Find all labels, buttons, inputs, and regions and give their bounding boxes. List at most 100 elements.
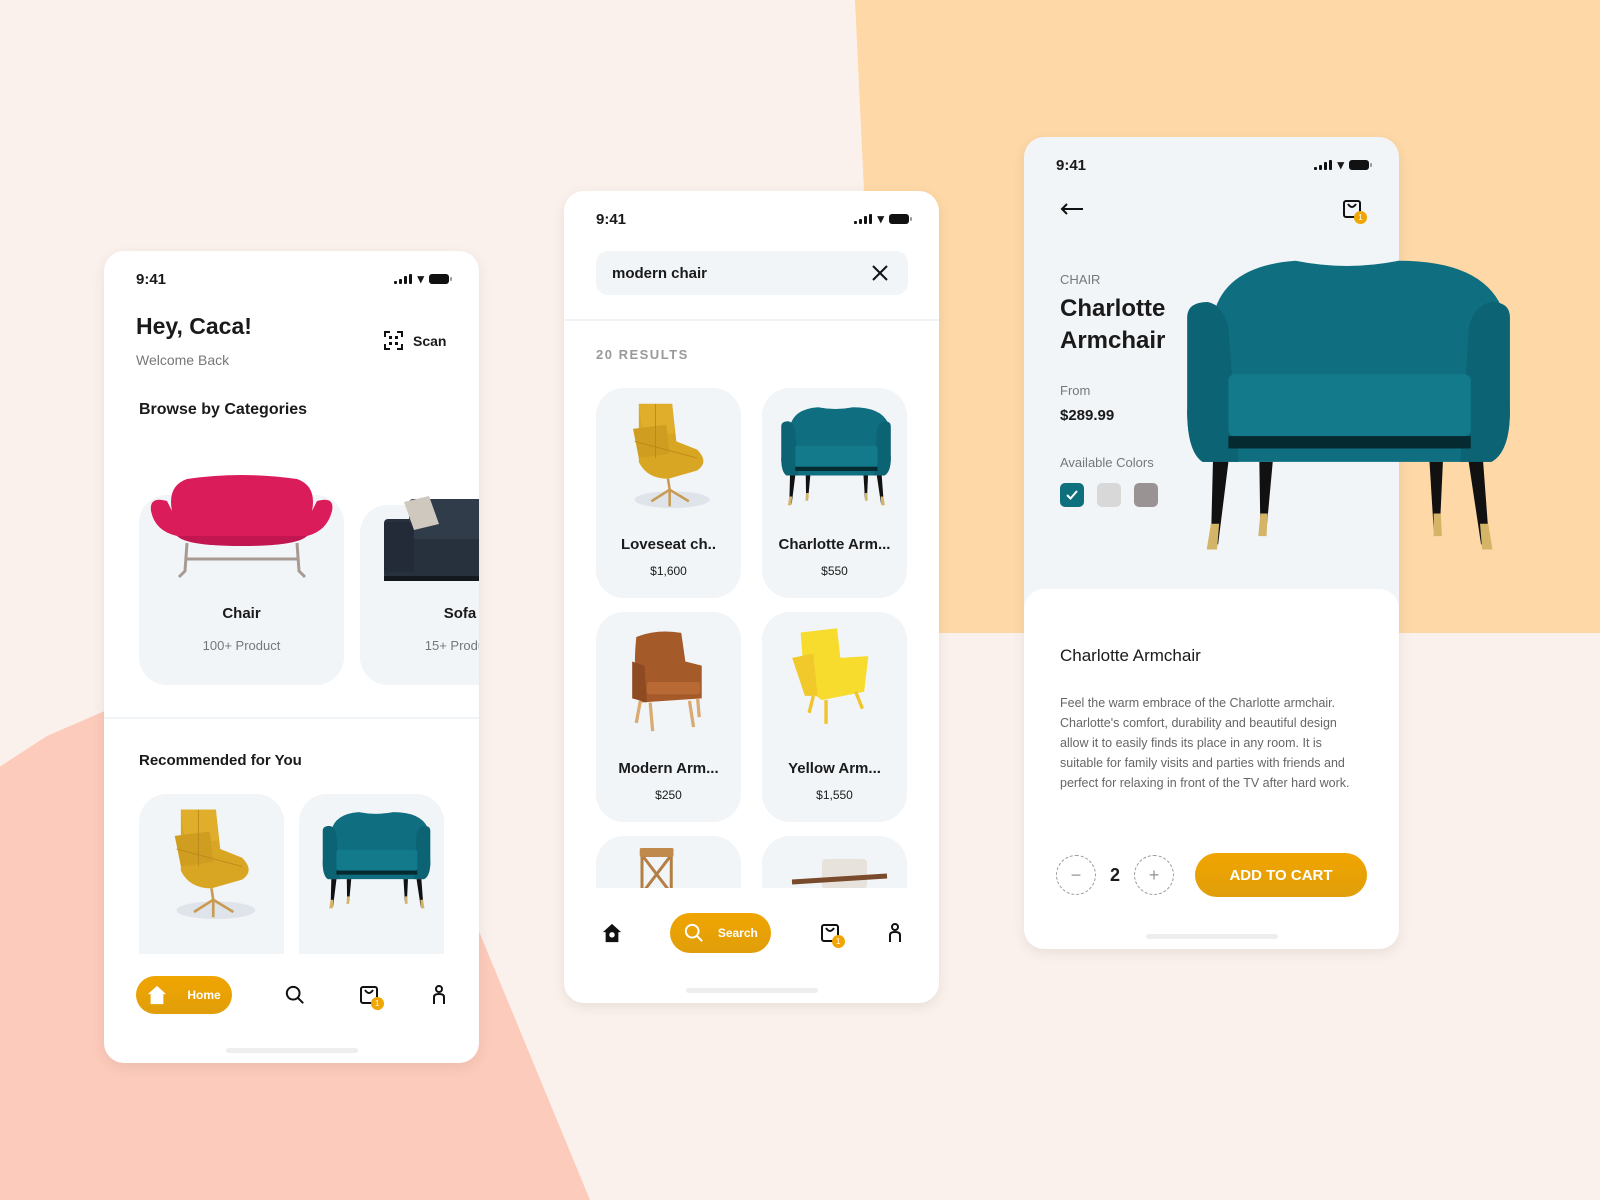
description-panel: Charlotte Armchair Feel the warm embrace…: [1024, 589, 1399, 949]
status-time: 9:41: [136, 270, 167, 288]
nav-profile-icon[interactable]: [888, 923, 902, 943]
product-price: $289.99: [1060, 407, 1115, 424]
decrease-quantity-button[interactable]: −: [1056, 855, 1096, 895]
result-item[interactable]: Loveseat ch.. $1,600: [596, 388, 741, 598]
search-icon: [684, 923, 704, 943]
product-title-line1: Charlotte: [1060, 295, 1166, 322]
color-swatch-taupe[interactable]: [1134, 483, 1158, 507]
pink-loveseat-image: [147, 471, 337, 581]
available-colors-label: Available Colors: [1060, 455, 1154, 470]
battery-icon: [429, 274, 452, 284]
back-arrow-icon[interactable]: [1060, 203, 1084, 215]
mustard-chair-image: [618, 398, 718, 518]
wooden-chair-image: [636, 844, 681, 888]
result-price: $1,600: [650, 564, 687, 578]
result-item[interactable]: Yellow Arm... $1,550: [762, 612, 907, 822]
status-bar: 9:41 ▾: [1056, 155, 1372, 175]
search-screen: 9:41 ▾ modern chair 20 RESULTS Loveseat …: [564, 191, 939, 1003]
welcome-subtitle: Welcome Back: [136, 352, 230, 368]
home-indicator: [685, 988, 818, 993]
color-swatch-teal[interactable]: [1060, 483, 1084, 507]
nav-home-button[interactable]: Home: [136, 976, 232, 1014]
clear-search-icon[interactable]: [872, 265, 888, 281]
recommended-item[interactable]: [299, 794, 444, 954]
scan-label: Scan: [413, 332, 447, 349]
description-title: Charlotte Armchair: [1060, 646, 1201, 665]
category-count: 15+ Product: [424, 638, 479, 653]
category-name: Chair: [222, 605, 261, 622]
wifi-icon: ▾: [417, 271, 424, 286]
product-title-line2: Armchair: [1060, 327, 1166, 354]
color-options: [1060, 483, 1158, 507]
result-item[interactable]: Modern Arm... $250: [596, 612, 741, 822]
battery-icon: [1349, 160, 1372, 170]
quantity-stepper: − 2 +: [1056, 855, 1175, 895]
cream-chair-image: [787, 854, 897, 888]
home-indicator: [225, 1048, 358, 1053]
status-bar: 9:41 ▾: [136, 269, 452, 289]
navy-sofa-image: [384, 494, 479, 594]
category-count: 100+ Product: [202, 638, 281, 653]
cart-badge: 1: [831, 935, 845, 948]
checkmark-icon: [1066, 490, 1078, 500]
status-time: 9:41: [1056, 156, 1087, 174]
brown-leather-chair-image: [624, 627, 714, 737]
home-screen: 9:41 ▾ Hey, Caca! Welcome Back Scan Brow…: [104, 251, 479, 1063]
result-item[interactable]: [596, 836, 741, 888]
signal-icon: [1314, 160, 1333, 170]
nav-home-label: Home: [187, 988, 221, 1002]
categories-title: Browse by Categories: [139, 401, 308, 418]
section-divider: [104, 717, 479, 719]
status-time: 9:41: [596, 210, 627, 228]
signal-icon: [394, 274, 413, 284]
nav-cart-button[interactable]: 1: [359, 985, 384, 1010]
scan-button[interactable]: Scan: [384, 331, 446, 350]
nav-profile-icon[interactable]: [432, 985, 446, 1005]
results-count: 20 RESULTS: [596, 347, 689, 362]
section-divider: [564, 319, 939, 321]
product-detail-screen: 9:41 ▾ 1 CHAIR Charlotte Armchair From $…: [1024, 137, 1399, 949]
increase-quantity-button[interactable]: +: [1134, 855, 1175, 895]
wifi-icon: ▾: [877, 211, 884, 226]
signal-icon: [854, 214, 873, 224]
result-name: Yellow Arm...: [788, 760, 881, 777]
bottom-nav: Home 1: [136, 976, 446, 1014]
wifi-icon: ▾: [1337, 157, 1344, 172]
quantity-value: 2: [1110, 864, 1121, 885]
battery-icon: [889, 214, 912, 224]
nav-home-icon[interactable]: [602, 923, 622, 943]
cart-badge: 1: [1354, 211, 1367, 224]
color-swatch-light-gray[interactable]: [1097, 483, 1121, 507]
description-text: Feel the warm embrace of the Charlotte a…: [1060, 696, 1350, 790]
teal-armchair-image: [778, 402, 893, 507]
price-from-label: From: [1060, 383, 1091, 398]
product-category: CHAIR: [1060, 272, 1101, 287]
result-price: $550: [821, 564, 848, 578]
product-title: Charlotte Armchair: [1060, 293, 1165, 357]
header-cart-button[interactable]: 1: [1342, 199, 1367, 224]
result-name: Modern Arm...: [618, 760, 719, 777]
home-icon: [147, 985, 167, 1005]
add-to-cart-button[interactable]: ADD TO CART: [1195, 853, 1367, 897]
result-price: $1,550: [816, 788, 853, 802]
teal-armchair-hero-image: [1182, 245, 1512, 555]
recommended-title: Recommended for You: [139, 752, 302, 769]
results-grid: Loveseat ch.. $1,600 Charlotte Arm... $5…: [596, 388, 908, 888]
result-item[interactable]: Charlotte Arm... $550: [762, 388, 907, 598]
yellow-chair-image: [787, 624, 882, 734]
greeting: Hey, Caca!: [136, 313, 252, 339]
nav-cart-button[interactable]: 1: [820, 923, 845, 948]
search-bar[interactable]: modern chair: [596, 251, 908, 295]
mustard-chair-image: [159, 804, 264, 929]
nav-search-button[interactable]: Search: [670, 913, 772, 953]
recommended-item[interactable]: [139, 794, 284, 954]
cart-badge: 1: [370, 997, 384, 1010]
category-name: Sofa: [443, 605, 477, 622]
teal-armchair-image: [321, 806, 431, 911]
nav-search-label: Search: [717, 926, 758, 940]
qr-scan-icon: [384, 331, 403, 350]
search-input[interactable]: modern chair: [612, 265, 707, 282]
result-item[interactable]: [762, 836, 907, 888]
nav-search-icon[interactable]: [285, 985, 305, 1005]
result-price: $250: [655, 788, 682, 802]
